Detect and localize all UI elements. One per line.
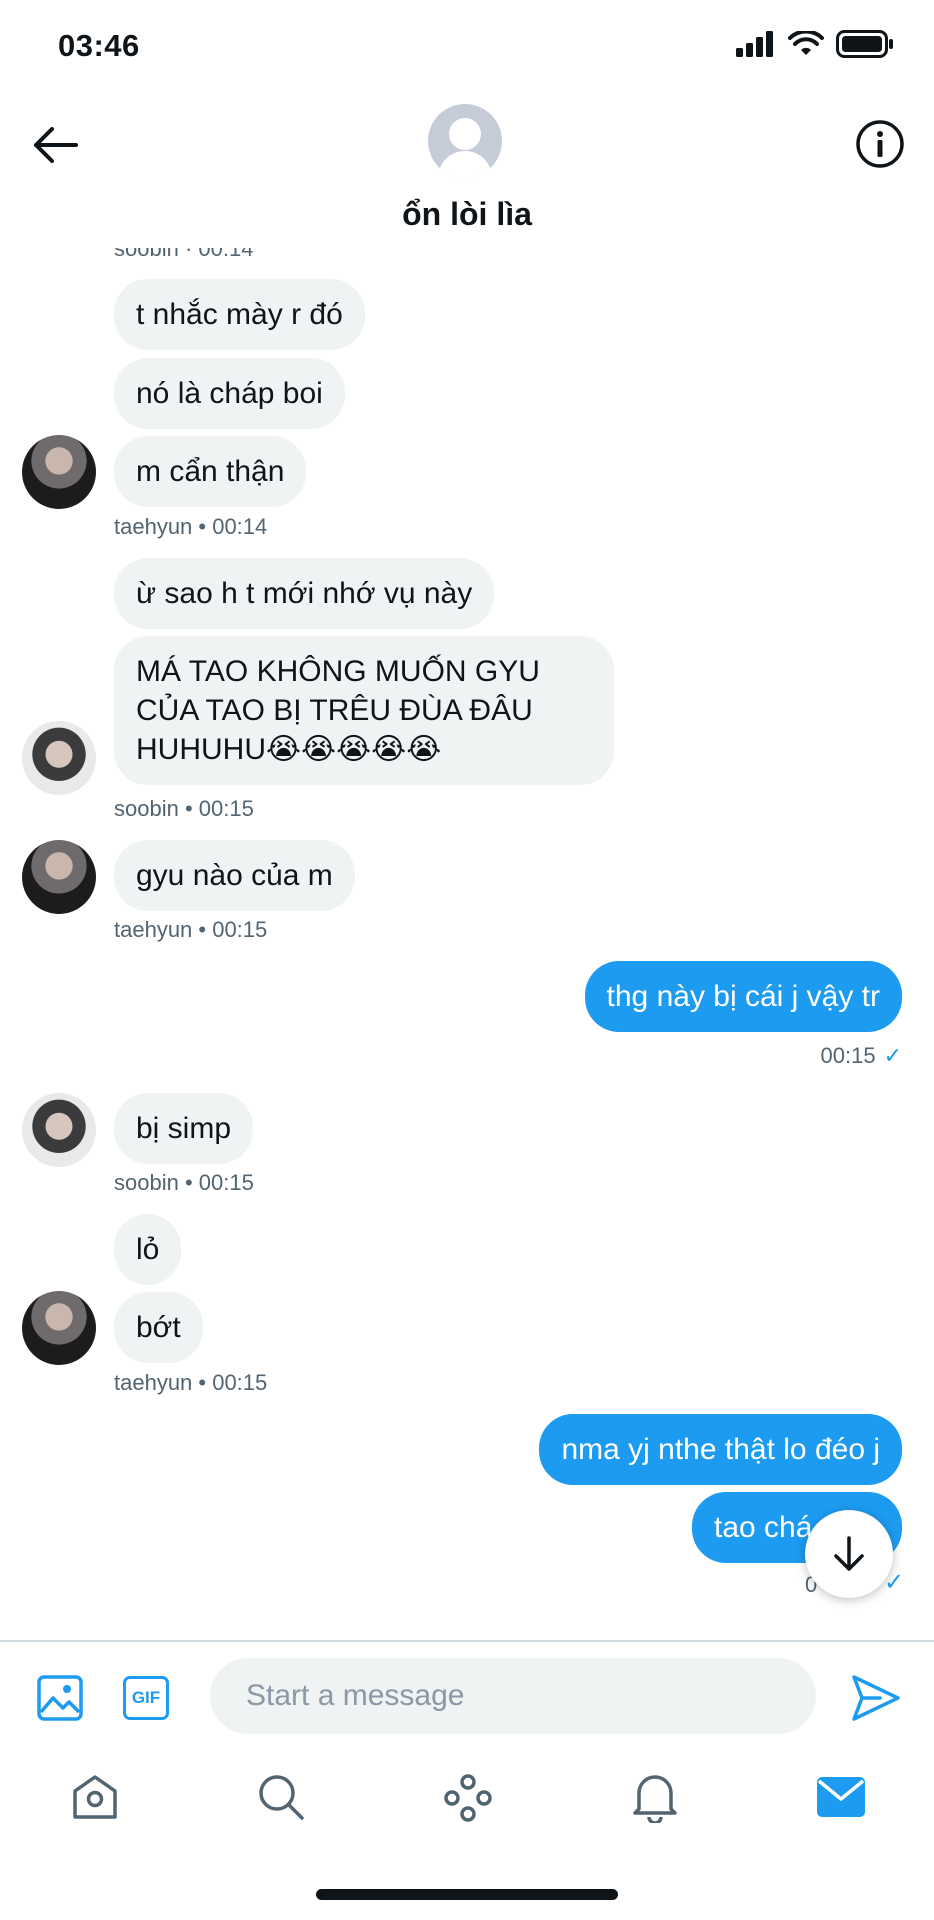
arrow-left-icon xyxy=(34,127,78,163)
message-meta: taehyun • 00:15 xyxy=(114,917,268,942)
message-time: 00:15 xyxy=(820,1043,876,1068)
message-meta: soobin • 00:15 xyxy=(114,796,254,821)
gif-icon: GIF xyxy=(123,1676,169,1720)
signal-icon xyxy=(736,31,773,57)
nav-search[interactable] xyxy=(252,1768,310,1826)
mail-icon xyxy=(817,1777,865,1817)
sent-message-meta: 00:15 ✓ xyxy=(821,1043,903,1069)
send-icon xyxy=(852,1675,900,1721)
status-time: 03:46 xyxy=(58,28,140,63)
battery-icon xyxy=(836,30,893,58)
message-bubble[interactable]: gyu nào của m xyxy=(114,840,355,911)
search-icon xyxy=(259,1775,304,1820)
gif-label: GIF xyxy=(131,1688,161,1707)
message-bubble[interactable]: m cẩn thận xyxy=(114,436,307,507)
nav-home[interactable] xyxy=(66,1768,124,1826)
message-input[interactable] xyxy=(210,1658,816,1734)
arrow-down-icon xyxy=(834,1536,864,1571)
avatar-soobin[interactable] xyxy=(22,721,96,795)
conversation-title: ổn lòi lìa xyxy=(402,196,532,232)
send-button[interactable] xyxy=(848,1670,904,1726)
message-bubble[interactable]: bị simp xyxy=(114,1093,254,1164)
nav-spaces[interactable] xyxy=(439,1768,497,1826)
image-button[interactable] xyxy=(34,1672,86,1724)
back-button[interactable] xyxy=(30,120,80,170)
message-meta: taehyun • 00:15 xyxy=(114,1370,268,1395)
message-meta: taehyun • 00:14 xyxy=(114,514,268,539)
message-bubble[interactable]: ừ sao h t mới nhớ vụ này xyxy=(114,558,495,629)
sent-message-bubble[interactable]: thg này bị cái j vậy tr xyxy=(584,961,902,1032)
nav-notifications[interactable] xyxy=(626,1768,684,1826)
message-meta: soobin • 00:15 xyxy=(114,1170,254,1195)
avatar-taehyun[interactable] xyxy=(22,435,96,509)
info-button[interactable] xyxy=(854,118,906,170)
nav-messages[interactable] xyxy=(812,1768,870,1826)
spaces-icon xyxy=(444,1774,492,1822)
message-bubble[interactable]: MÁ TAO KHÔNG MUỐN GYU CỦA TAO BỊ TRÊU ĐÙ… xyxy=(114,636,614,785)
scroll-to-bottom-button[interactable] xyxy=(805,1510,893,1598)
checkmark-icon: ✓ xyxy=(883,1043,902,1068)
bell-icon xyxy=(633,1775,677,1823)
image-icon xyxy=(37,1675,83,1721)
avatar-taehyun[interactable] xyxy=(22,1291,96,1365)
sent-message-bubble[interactable]: nma yj nthe thật lo đéo j xyxy=(539,1414,902,1485)
home-icon xyxy=(73,1775,117,1819)
avatar-soobin[interactable] xyxy=(22,1093,96,1167)
message-bubble[interactable]: t nhắc mày r đó xyxy=(114,279,365,350)
wifi-icon xyxy=(788,31,824,55)
message-bubble[interactable]: lỏ xyxy=(114,1214,182,1285)
avatar-taehyun[interactable] xyxy=(22,840,96,914)
default-avatar-icon xyxy=(438,118,492,178)
conversation-avatar[interactable] xyxy=(428,104,502,178)
status-icons xyxy=(736,30,894,58)
composer-divider xyxy=(0,1640,934,1642)
info-icon xyxy=(856,120,904,168)
message-bubble[interactable]: bớt xyxy=(114,1292,203,1363)
home-indicator xyxy=(316,1889,618,1900)
message-meta: soobin · 00:14 xyxy=(114,236,254,261)
gif-button[interactable]: GIF xyxy=(120,1672,172,1724)
message-bubble[interactable]: nó là cháp boi xyxy=(114,358,345,429)
